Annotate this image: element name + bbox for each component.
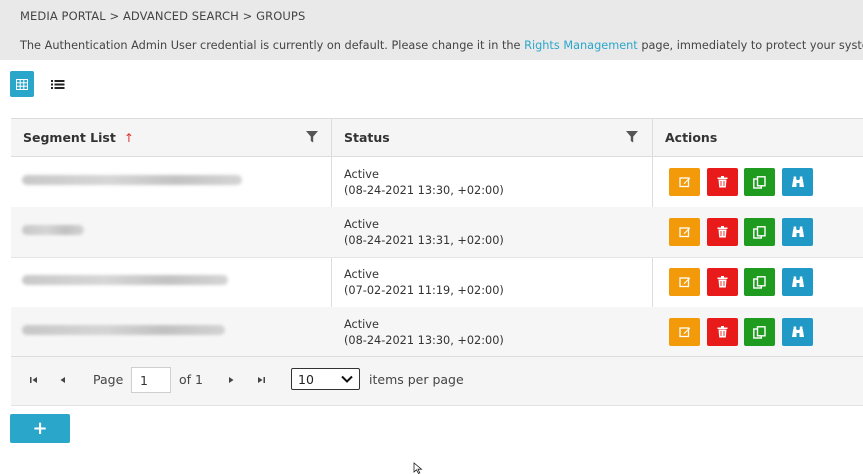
last-page-icon[interactable] [255,374,267,386]
page-label: Page [93,372,124,387]
segment-name-redacted[interactable] [22,275,228,285]
status-timestamp: (08-24-2021 13:31, +02:00) [344,234,504,247]
status-timestamp: (08-24-2021 13:30, +02:00) [344,334,504,347]
status-filter-icon[interactable] [626,131,638,143]
copy-icon [753,225,766,239]
edit-button[interactable] [669,318,700,346]
sort-ascending-icon: ↑ [123,131,134,145]
segment-name-redacted[interactable] [22,225,84,235]
status-timestamp: (08-24-2021 13:30, +02:00) [344,184,504,197]
delete-icon [717,226,728,238]
status-timestamp: (07-02-2021 11:19, +02:00) [344,284,504,297]
table-header: Segment List ↑ Status Actions [11,119,863,157]
segment-name-redacted[interactable] [22,175,242,185]
grid-view-icon [16,78,28,90]
page-count-label: of 1 [179,372,203,387]
status-cell: Active (08-24-2021 13:30, +02:00) [344,167,504,199]
next-page-icon[interactable] [225,374,237,386]
pagination-bar: Page 1 of 1 10 items per page [11,356,863,406]
binoculars-icon [791,176,804,187]
table-row: Active (07-02-2021 11:19, +02:00) [11,257,863,308]
column-header-segment-list[interactable]: Segment List ↑ [23,119,134,156]
segment-list-label: Segment List [23,130,116,145]
segment-filter-icon[interactable] [306,131,318,143]
edit-icon [678,277,690,288]
status-value: Active [344,218,379,231]
list-view-button[interactable] [46,71,70,97]
status-value: Active [344,318,379,331]
edit-button[interactable] [669,168,700,196]
table-row: Active (08-24-2021 13:30, +02:00) [11,157,863,208]
delete-button[interactable] [707,268,738,296]
delete-icon [717,326,728,338]
segment-name-redacted[interactable] [22,325,225,335]
column-header-status[interactable]: Status [344,119,390,156]
edit-button[interactable] [669,218,700,246]
notice-text-before: The Authentication Admin User credential… [20,39,525,52]
column-header-actions: Actions [665,130,718,145]
first-page-icon[interactable] [28,374,40,386]
rights-management-link[interactable]: Rights Management [524,39,638,52]
binoculars-icon [791,276,804,287]
add-group-button[interactable]: + [10,414,70,443]
edit-icon [678,227,690,238]
status-value: Active [344,168,379,181]
copy-button[interactable] [744,168,775,196]
copy-button[interactable] [744,318,775,346]
delete-icon [717,276,728,288]
page-number-input[interactable]: 1 [131,367,171,393]
delete-button[interactable] [707,168,738,196]
table-row: Active (08-24-2021 13:31, +02:00) [11,207,863,258]
copy-button[interactable] [744,268,775,296]
list-view-icon [51,79,65,89]
default-credential-notice: The Authentication Admin User credential… [20,39,863,52]
items-per-page-label: items per page [369,372,464,387]
notice-bar: MEDIA PORTAL > ADVANCED SEARCH > GROUPS … [0,0,863,60]
delete-button[interactable] [707,218,738,246]
view-button[interactable] [782,318,813,346]
status-cell: Active (07-02-2021 11:19, +02:00) [344,267,504,299]
status-cell: Active (08-24-2021 13:31, +02:00) [344,217,504,249]
edit-icon [678,327,690,338]
mouse-cursor-icon [413,462,423,474]
groups-table: Segment List ↑ Status Actions Active (08-2… [11,118,863,406]
copy-button[interactable] [744,218,775,246]
edit-icon [678,177,690,188]
status-value: Active [344,268,379,281]
status-cell: Active (08-24-2021 13:30, +02:00) [344,317,504,349]
page-size-value: 10 [298,372,314,387]
page-size-select[interactable]: 10 [291,368,360,390]
delete-icon [717,176,728,188]
view-button[interactable] [782,268,813,296]
breadcrumb: MEDIA PORTAL > ADVANCED SEARCH > GROUPS [20,9,306,23]
binoculars-icon [791,226,804,237]
copy-icon [753,175,766,189]
view-button[interactable] [782,218,813,246]
binoculars-icon [791,326,804,337]
previous-page-icon[interactable] [57,374,69,386]
grid-view-button[interactable] [10,71,34,97]
edit-button[interactable] [669,268,700,296]
copy-icon [753,275,766,289]
copy-icon [753,325,766,339]
view-button[interactable] [782,168,813,196]
table-row: Active (08-24-2021 13:30, +02:00) [11,307,863,358]
notice-text-after: page, immediately to protect your system… [637,39,863,52]
delete-button[interactable] [707,318,738,346]
chevron-down-icon [341,375,353,383]
